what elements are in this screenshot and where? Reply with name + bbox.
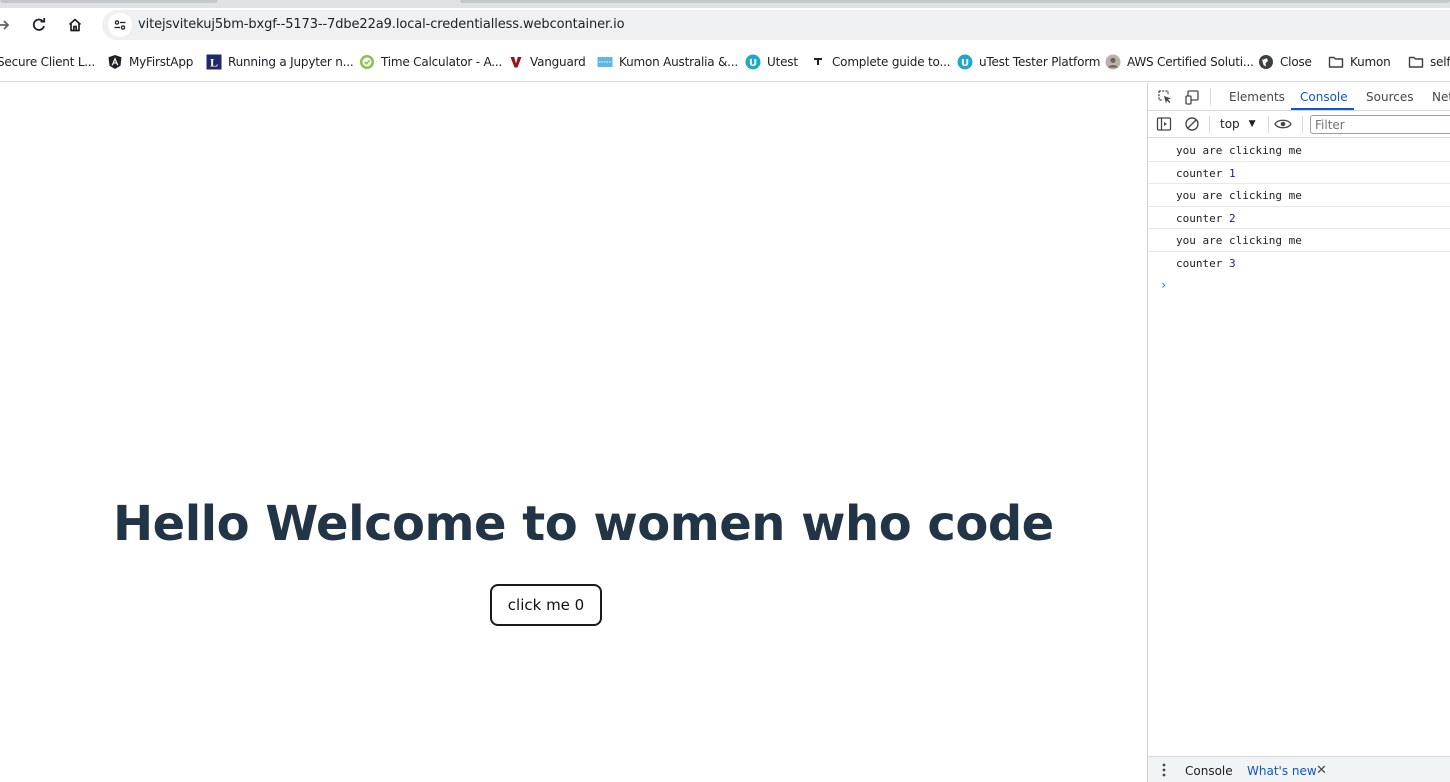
console-toolbar: top ▼ bbox=[1148, 111, 1450, 138]
bookmark-secure-client[interactable]: Secure Client L... bbox=[0, 53, 95, 71]
click-me-button[interactable]: click me 0 bbox=[490, 584, 602, 626]
context-selector[interactable]: top ▼ bbox=[1220, 117, 1256, 131]
bookmark-close[interactable]: Close bbox=[1258, 53, 1312, 71]
inspect-element-icon[interactable] bbox=[1156, 88, 1174, 106]
page-viewport: Hello Welcome to women who code click me… bbox=[0, 83, 1147, 782]
bookmark-kumon-australia[interactable]: Kumon Australia &... bbox=[597, 53, 738, 71]
log-message: counter bbox=[1176, 166, 1229, 180]
log-message: counter bbox=[1176, 211, 1229, 225]
toolbar-separator bbox=[1268, 116, 1269, 133]
console-output: you are clicking me counter 1 you are cl… bbox=[1148, 139, 1450, 292]
letter-l-icon: L bbox=[206, 54, 222, 70]
bookmark-label: self bbox=[1430, 55, 1450, 69]
more-options-icon[interactable] bbox=[1160, 762, 1168, 778]
toolbar-separator bbox=[1209, 116, 1210, 133]
bookmark-label: Kumon Australia &... bbox=[619, 55, 739, 69]
reload-icon[interactable] bbox=[25, 11, 53, 39]
console-log-row: you are clicking me bbox=[1148, 139, 1450, 162]
bookmark-myfirstapp[interactable]: MyFirstApp bbox=[107, 53, 193, 71]
clear-console-icon[interactable] bbox=[1183, 115, 1201, 133]
bookmark-folder-kumon[interactable]: Kumon bbox=[1328, 53, 1391, 71]
console-log-row: you are clicking me bbox=[1148, 229, 1450, 252]
url-text: vitejsvitekuj5bm-bxgf--5173--7dbe22a9.lo… bbox=[138, 17, 625, 32]
tab-network[interactable]: Net bbox=[1432, 90, 1450, 104]
bookmark-time-calculator[interactable]: Time Calculator - A... bbox=[359, 53, 502, 71]
active-tab-indicator bbox=[1291, 108, 1354, 110]
close-icon[interactable]: ✕ bbox=[1316, 762, 1327, 778]
svg-text:U: U bbox=[961, 58, 969, 69]
bookmark-label: Time Calculator - A... bbox=[381, 55, 503, 69]
page-title: Hello Welcome to women who code bbox=[113, 496, 1054, 552]
bookmark-label: Kumon bbox=[1350, 55, 1391, 69]
log-value: 3 bbox=[1228, 256, 1236, 270]
device-toolbar-icon[interactable] bbox=[1184, 88, 1202, 106]
folder-icon bbox=[1328, 54, 1344, 70]
log-message: you are clicking me bbox=[1176, 144, 1302, 157]
bookmark-label: MyFirstApp bbox=[129, 55, 194, 69]
bookmarks-bar: Secure Client L... MyFirstApp L Running … bbox=[0, 42, 1450, 82]
console-filter-input[interactable] bbox=[1310, 115, 1450, 134]
toolbar-separator bbox=[1302, 116, 1303, 133]
sidebar-toggle-icon[interactable] bbox=[1155, 115, 1173, 133]
utest-icon: U bbox=[745, 54, 761, 70]
bookmark-label: Secure Client L... bbox=[0, 55, 96, 69]
vanguard-icon bbox=[508, 54, 524, 70]
drawer-tab-whats-new[interactable]: What's new bbox=[1247, 764, 1317, 778]
tab-console[interactable]: Console bbox=[1300, 90, 1348, 104]
tab-strip bbox=[0, 0, 1450, 8]
address-bar[interactable]: vitejsvitekuj5bm-bxgf--5173--7dbe22a9.lo… bbox=[102, 10, 1450, 40]
forward-arrow-icon[interactable] bbox=[0, 11, 18, 39]
tab-edge-left bbox=[0, 0, 218, 3]
angular-icon bbox=[107, 54, 123, 70]
console-log-row: counter 3 bbox=[1148, 252, 1450, 275]
bookmark-label: uTest Tester Platform bbox=[979, 55, 1101, 69]
utest-icon: U bbox=[957, 54, 973, 70]
devtools-panel: Elements Console Sources Net top ▼ you a… bbox=[1147, 83, 1450, 782]
bookmark-label: Close bbox=[1280, 55, 1312, 69]
log-message: counter bbox=[1176, 256, 1229, 270]
bookmark-complete-guide[interactable]: Complete guide to... bbox=[810, 53, 951, 71]
devtools-drawer: Console What's new ✕ bbox=[1148, 756, 1450, 782]
live-expression-eye-icon[interactable] bbox=[1274, 115, 1292, 133]
log-value: 1 bbox=[1228, 166, 1236, 180]
check-circle-icon bbox=[359, 54, 375, 70]
bookmark-aws[interactable]: AWS Certified Soluti... bbox=[1105, 53, 1254, 71]
bookmark-label: Vanguard bbox=[530, 55, 586, 69]
console-log-row: counter 2 bbox=[1148, 207, 1450, 229]
toolbar-separator bbox=[1210, 88, 1211, 105]
drawer-tab-console[interactable]: Console bbox=[1185, 764, 1233, 778]
kumon-icon bbox=[597, 54, 613, 70]
medium-icon bbox=[810, 54, 826, 70]
console-log-row: you are clicking me bbox=[1148, 184, 1450, 207]
site-info-icon[interactable] bbox=[108, 13, 132, 37]
context-label: top bbox=[1220, 117, 1240, 131]
console-log-row: counter 1 bbox=[1148, 162, 1450, 184]
console-prompt-chevron-icon[interactable]: › bbox=[1160, 278, 1167, 292]
devtools-tab-bar: Elements Console Sources Net bbox=[1148, 83, 1450, 111]
log-message: you are clicking me bbox=[1176, 189, 1302, 202]
bookmark-jupyter[interactable]: L Running a Jupyter n... bbox=[206, 53, 354, 71]
svg-text:U: U bbox=[749, 58, 757, 69]
bookmark-utest-platform[interactable]: U uTest Tester Platform bbox=[957, 53, 1100, 71]
bookmark-label: Complete guide to... bbox=[832, 55, 951, 69]
folder-icon bbox=[1408, 54, 1424, 70]
svg-text:L: L bbox=[210, 56, 218, 70]
tab-edge-right bbox=[460, 0, 1450, 3]
bookmark-label: Utest bbox=[767, 55, 798, 69]
tab-elements[interactable]: Elements bbox=[1229, 90, 1285, 104]
bookmark-label: AWS Certified Soluti... bbox=[1127, 55, 1254, 69]
tab-sources[interactable]: Sources bbox=[1366, 90, 1413, 104]
globe-icon bbox=[1258, 54, 1274, 70]
dropdown-caret-icon: ▼ bbox=[1248, 119, 1256, 129]
log-message: you are clicking me bbox=[1176, 234, 1302, 247]
browser-toolbar: vitejsvitekuj5bm-bxgf--5173--7dbe22a9.lo… bbox=[0, 8, 1450, 42]
bookmark-folder-self[interactable]: self bbox=[1408, 53, 1450, 71]
home-icon[interactable] bbox=[61, 11, 89, 39]
log-value: 2 bbox=[1228, 211, 1236, 225]
bookmark-utest[interactable]: U Utest bbox=[745, 53, 798, 71]
avatar-icon bbox=[1105, 54, 1121, 70]
bookmark-vanguard[interactable]: Vanguard bbox=[508, 53, 586, 71]
bookmark-label: Running a Jupyter n... bbox=[228, 55, 354, 69]
